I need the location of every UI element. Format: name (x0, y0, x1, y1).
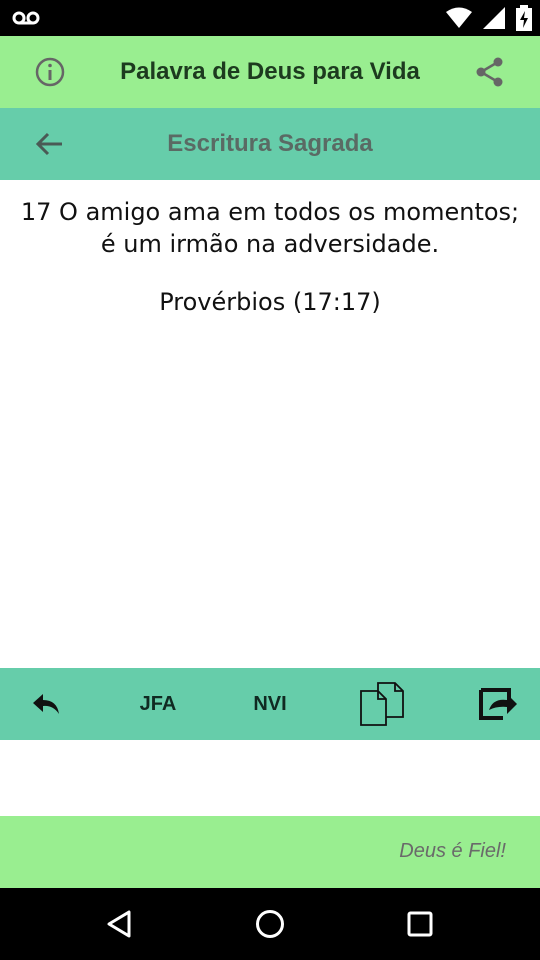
verse-reference: Provérbios (17:17) (159, 288, 381, 316)
verse-line-2: é um irmão na adversidade. (100, 230, 440, 258)
nav-back-button[interactable] (102, 906, 138, 942)
forward-share-icon (479, 688, 517, 720)
forward-share-button[interactable] (466, 668, 526, 740)
verse-text: 17 O amigo ama em todos os momentos; é u… (0, 196, 540, 260)
battery-icon (516, 5, 532, 31)
copy-icon (360, 682, 404, 726)
wifi-icon (446, 7, 472, 28)
reply-button[interactable] (18, 668, 74, 740)
section-header: Escritura Sagrada (0, 108, 540, 180)
section-title: Escritura Sagrada (167, 130, 373, 157)
nav-recents-icon (407, 911, 433, 937)
share-icon[interactable] (474, 56, 506, 88)
reply-icon (33, 694, 59, 714)
info-icon[interactable] (34, 56, 66, 88)
signal-icon (483, 7, 505, 29)
copy-button[interactable] (354, 668, 410, 740)
nav-recents-button[interactable] (402, 906, 438, 942)
nav-back-icon (107, 910, 131, 938)
nav-home-icon (256, 910, 284, 938)
system-nav-bar (0, 888, 540, 960)
back-arrow-icon[interactable] (34, 130, 66, 158)
status-bar (0, 0, 540, 36)
voicemail-icon (12, 11, 40, 25)
footer-text: Deus é Fiel! (399, 840, 506, 862)
app-title: Palavra de Deus para Vida (120, 58, 420, 85)
version-jfa-button[interactable]: JFA (128, 668, 188, 740)
verse-line-1: 17 O amigo ama em todos os momentos; (20, 198, 520, 226)
nav-home-button[interactable] (252, 906, 288, 942)
app-bar: Palavra de Deus para Vida (0, 36, 540, 108)
footer-bar: Deus é Fiel! (0, 816, 540, 888)
action-toolbar: JFA NVI (0, 668, 540, 740)
version-nvi-button[interactable]: NVI (240, 668, 300, 740)
